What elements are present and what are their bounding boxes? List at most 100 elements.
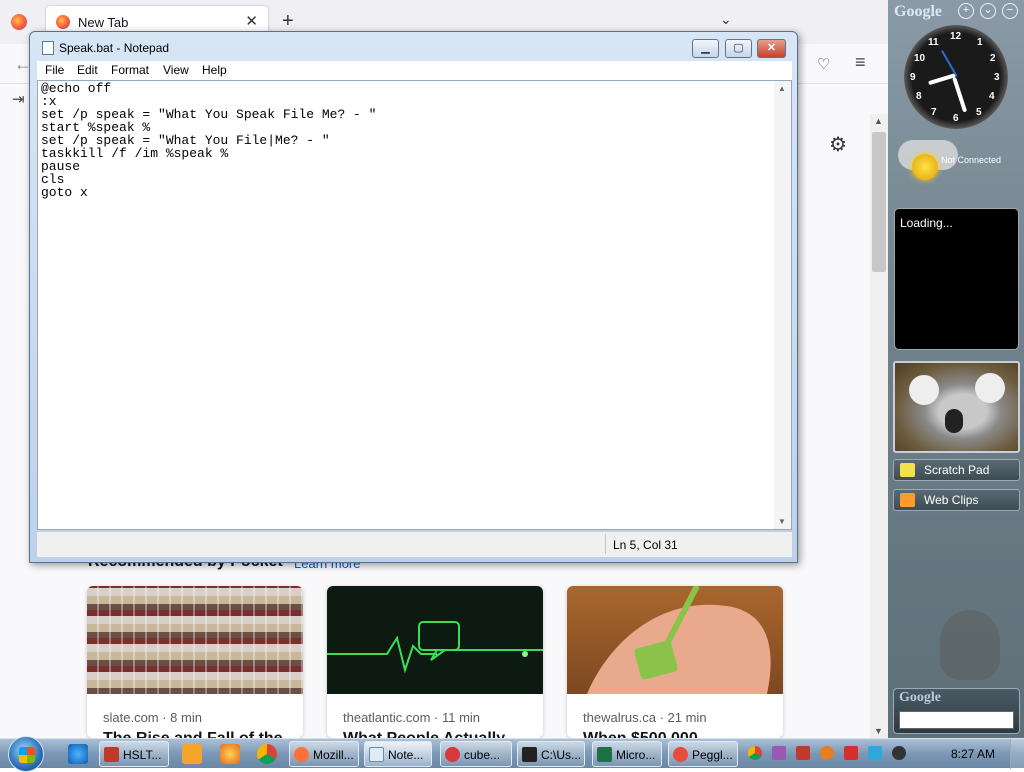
volume-icon[interactable] [892,746,906,760]
clock-number: 12 [950,31,962,42]
feed-loading-text: Loading... [900,216,953,230]
app-quicklaunch-icon[interactable] [220,744,240,764]
hamburger-menu-icon[interactable]: ≡ [855,52,866,73]
sign-in-icon[interactable]: ⇥ [12,90,25,108]
sticky-note-icon [900,463,915,477]
taskbar-label: Micro... [616,748,656,762]
status-separator [605,534,606,554]
show-desktop-button[interactable] [1010,739,1024,769]
clock-number: 7 [931,107,937,118]
scroll-up-icon[interactable]: ▲ [778,84,786,93]
list-all-tabs-icon[interactable]: ⌄ [720,11,732,28]
scroll-down-icon[interactable]: ▼ [778,517,786,526]
taskbar-button[interactable]: Micro... [592,741,662,767]
feed-gadget[interactable]: Loading... [894,208,1019,350]
taskbar-label: C:\Us... [541,748,582,762]
clock-number: 5 [976,107,982,118]
story-card[interactable]: thewalrus.ca · 21 min When $500,000 [567,586,783,738]
flag-icon[interactable] [844,746,858,760]
taskbar-button[interactable]: cube... [440,741,512,767]
analog-clock-gadget[interactable]: 12 1 2 3 4 5 6 7 8 9 10 11 [904,25,1008,129]
clock-number: 3 [994,72,1000,83]
story-image [327,586,543,694]
tray-icon[interactable] [772,746,786,760]
clock-second-hand [941,50,958,77]
antivirus-icon[interactable] [796,746,810,760]
story-title[interactable]: When $500,000 [583,730,698,738]
sidebar-options-icon[interactable]: ⌄ [980,3,996,19]
close-button[interactable]: ✕ [757,39,786,58]
start-button[interactable] [8,736,44,772]
weather-sun-icon [912,154,938,180]
app-icon [445,747,460,762]
clock-number: 11 [928,37,939,48]
story-source: thewalrus.ca · 21 min [583,710,707,725]
menu-edit[interactable]: Edit [77,63,98,77]
new-tab-icon[interactable]: + [282,10,294,33]
peggle-icon [673,747,688,762]
notepad-icon[interactable] [42,41,54,55]
menu-view[interactable]: View [163,63,189,77]
menu-format[interactable]: Format [111,63,149,77]
scratch-pad-gadget[interactable]: Scratch Pad [893,459,1020,481]
weather-status: Not Connected [941,155,1002,165]
add-gadget-icon[interactable]: + [958,3,974,19]
page-scrollbar[interactable]: ▲ ▼ [870,114,888,738]
sidebar-minimize-icon[interactable]: − [1002,3,1018,19]
scroll-up-icon[interactable]: ▲ [874,116,883,126]
firefox-icon [294,747,309,762]
menu-file[interactable]: File [45,63,64,77]
internet-explorer-icon[interactable] [68,744,88,764]
clock-number: 9 [910,72,916,83]
taskbar-button[interactable]: Mozill... [289,741,359,767]
editor-content[interactable]: @echo off :x set /p speak = "What You Sp… [41,82,376,199]
taskbar-label: Mozill... [313,748,354,762]
network-icon[interactable] [868,746,882,760]
chrome-icon[interactable] [257,744,277,764]
clock-number: 6 [953,113,959,124]
clock-minute-hand [952,77,968,113]
clock-number: 10 [914,53,926,64]
pocket-icon[interactable]: ♡ [817,55,830,73]
web-clips-gadget[interactable]: Web Clips [893,489,1020,511]
app-icon [104,747,119,762]
slideshow-gadget[interactable] [893,361,1020,453]
editor-scrollbar[interactable]: ▲ ▼ [774,81,791,529]
minimize-button[interactable]: ▁ [692,39,719,58]
story-source: slate.com · 8 min [103,710,202,725]
firefox-icon[interactable] [11,14,27,30]
scrollbar-thumb[interactable] [872,132,886,272]
search-tray-icon[interactable] [820,746,834,760]
web-clips-label: Web Clips [924,493,979,507]
taskbar-button[interactable]: Peggl... [668,741,738,767]
menu-help[interactable]: Help [202,63,227,77]
google-search-input[interactable] [899,711,1014,729]
notepad-window: Speak.bat - Notepad ▁ ▢ ✕ File Edit Form… [29,31,798,563]
taskbar-label: Note... [388,748,424,762]
media-player-icon[interactable] [182,744,202,764]
cursor-position: Ln 5, Col 31 [613,538,678,552]
scroll-down-icon[interactable]: ▼ [874,726,883,736]
close-tab-icon[interactable]: ✕ [245,12,258,30]
story-image [567,586,783,694]
windows-sidebar: Google + ⌄ − 12 1 2 3 4 5 6 7 8 9 10 11 … [888,0,1024,738]
taskbar-button[interactable]: HSLT... [99,741,169,767]
notepad-icon [369,747,384,762]
text-editor[interactable]: @echo off :x set /p speak = "What You Sp… [37,80,792,530]
terminal-icon [522,747,537,762]
koala-ear [909,375,939,405]
story-card[interactable]: theatlantic.com · 11 min What People Act… [327,586,543,738]
taskbar-button-active[interactable]: Note... [364,741,432,767]
taskbar-button[interactable]: C:\Us... [517,741,585,767]
story-title[interactable]: The Rise and Fall of the [103,730,283,738]
gear-icon[interactable]: ⚙ [829,132,847,157]
scratch-pad-label: Scratch Pad [924,463,990,477]
excel-icon [597,747,612,762]
story-title[interactable]: What People Actually [343,730,505,738]
taskbar: HSLT... Mozill... Note... cube... C:\Us.… [0,736,1024,772]
taskbar-clock[interactable]: 8:27 AM [951,747,995,761]
story-card[interactable]: slate.com · 8 min The Rise and Fall of t… [87,586,303,738]
chrome-tray-icon[interactable] [748,746,762,760]
google-search-gadget: Google [893,688,1020,734]
maximize-button[interactable]: ▢ [725,39,752,58]
